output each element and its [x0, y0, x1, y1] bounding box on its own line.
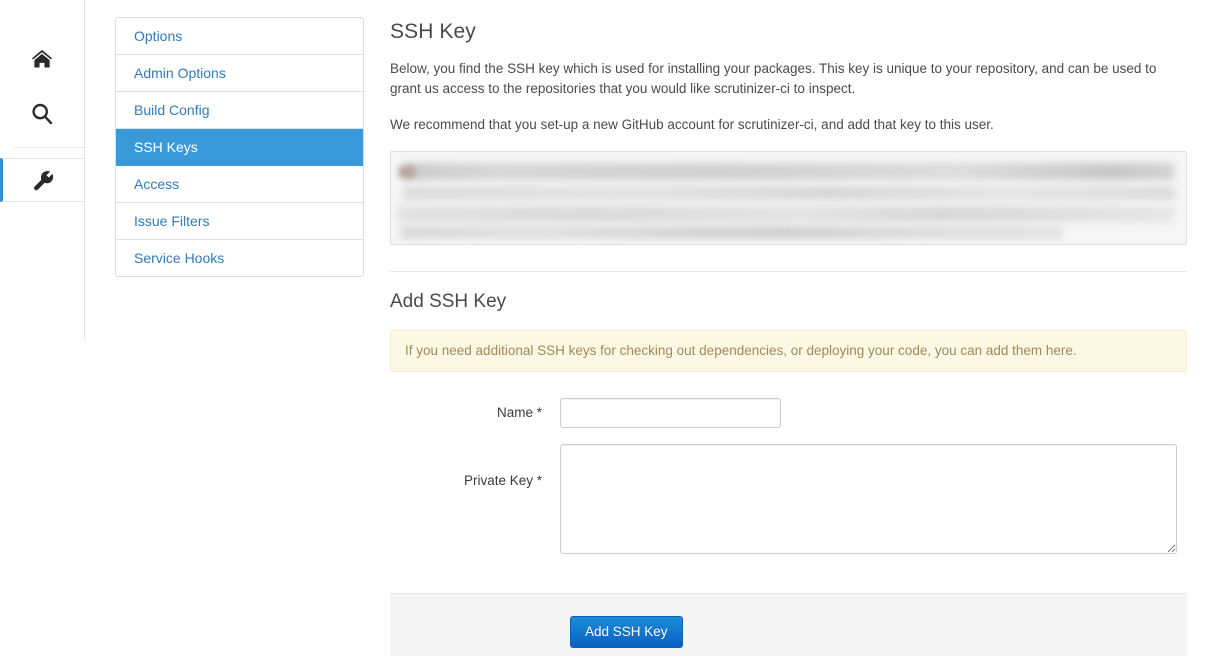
private-key-textarea[interactable] [560, 444, 1177, 554]
search-icon [30, 102, 54, 126]
add-ssh-key-title: Add SSH Key [390, 291, 507, 312]
redacted-key-line [401, 226, 1063, 239]
add-ssh-key-button[interactable]: Add SSH Key [570, 615, 683, 648]
form-row-private-key: Private Key * [390, 444, 1187, 554]
sidebar-item-admin-options[interactable]: Admin Options [116, 55, 363, 92]
home-icon [31, 49, 53, 69]
redacted-key-line [397, 206, 1175, 222]
redacted-key-line [403, 186, 1175, 200]
settings-nav-list: Options Admin Options Build Config SSH K… [115, 17, 364, 277]
info-alert: If you need additional SSH keys for chec… [390, 330, 1187, 372]
form-row-name: Name * [390, 398, 1187, 428]
sidebar-item-access[interactable]: Access [116, 166, 363, 203]
rail-item-settings[interactable] [0, 158, 85, 202]
form-footer: Add SSH Key [390, 593, 1187, 656]
add-ssh-key-form: Name * Private Key * Add SSH Key [390, 398, 1187, 656]
intro-paragraph-2: We recommend that you set-up a new GitHu… [390, 117, 994, 132]
rail-item-search[interactable] [0, 86, 84, 142]
section-divider [390, 271, 1187, 272]
sidebar-item-ssh-keys[interactable]: SSH Keys [116, 129, 363, 166]
rail-item-home[interactable] [0, 31, 84, 87]
main-content: SSH Key Below, you find the SSH key whic… [390, 0, 1187, 656]
intro-paragraph-1: Below, you find the SSH key which is use… [390, 61, 1157, 96]
rail-divider [14, 147, 84, 148]
ssh-key-display-panel [390, 151, 1187, 245]
page-root: Options Admin Options Build Config SSH K… [0, 0, 1208, 656]
sidebar-item-issue-filters[interactable]: Issue Filters [116, 203, 363, 240]
icon-rail [0, 0, 85, 340]
name-label: Name * [496, 405, 542, 420]
sidebar-item-options[interactable]: Options [116, 18, 363, 55]
name-input[interactable] [560, 398, 781, 428]
private-key-label: Private Key * [463, 473, 542, 488]
sidebar-item-build-config[interactable]: Build Config [116, 92, 363, 129]
sidebar-item-service-hooks[interactable]: Service Hooks [116, 240, 363, 276]
page-title: SSH Key [390, 20, 476, 43]
redacted-key-line [403, 163, 1174, 180]
wrench-icon [32, 169, 55, 192]
redacted-key-line [399, 166, 415, 178]
